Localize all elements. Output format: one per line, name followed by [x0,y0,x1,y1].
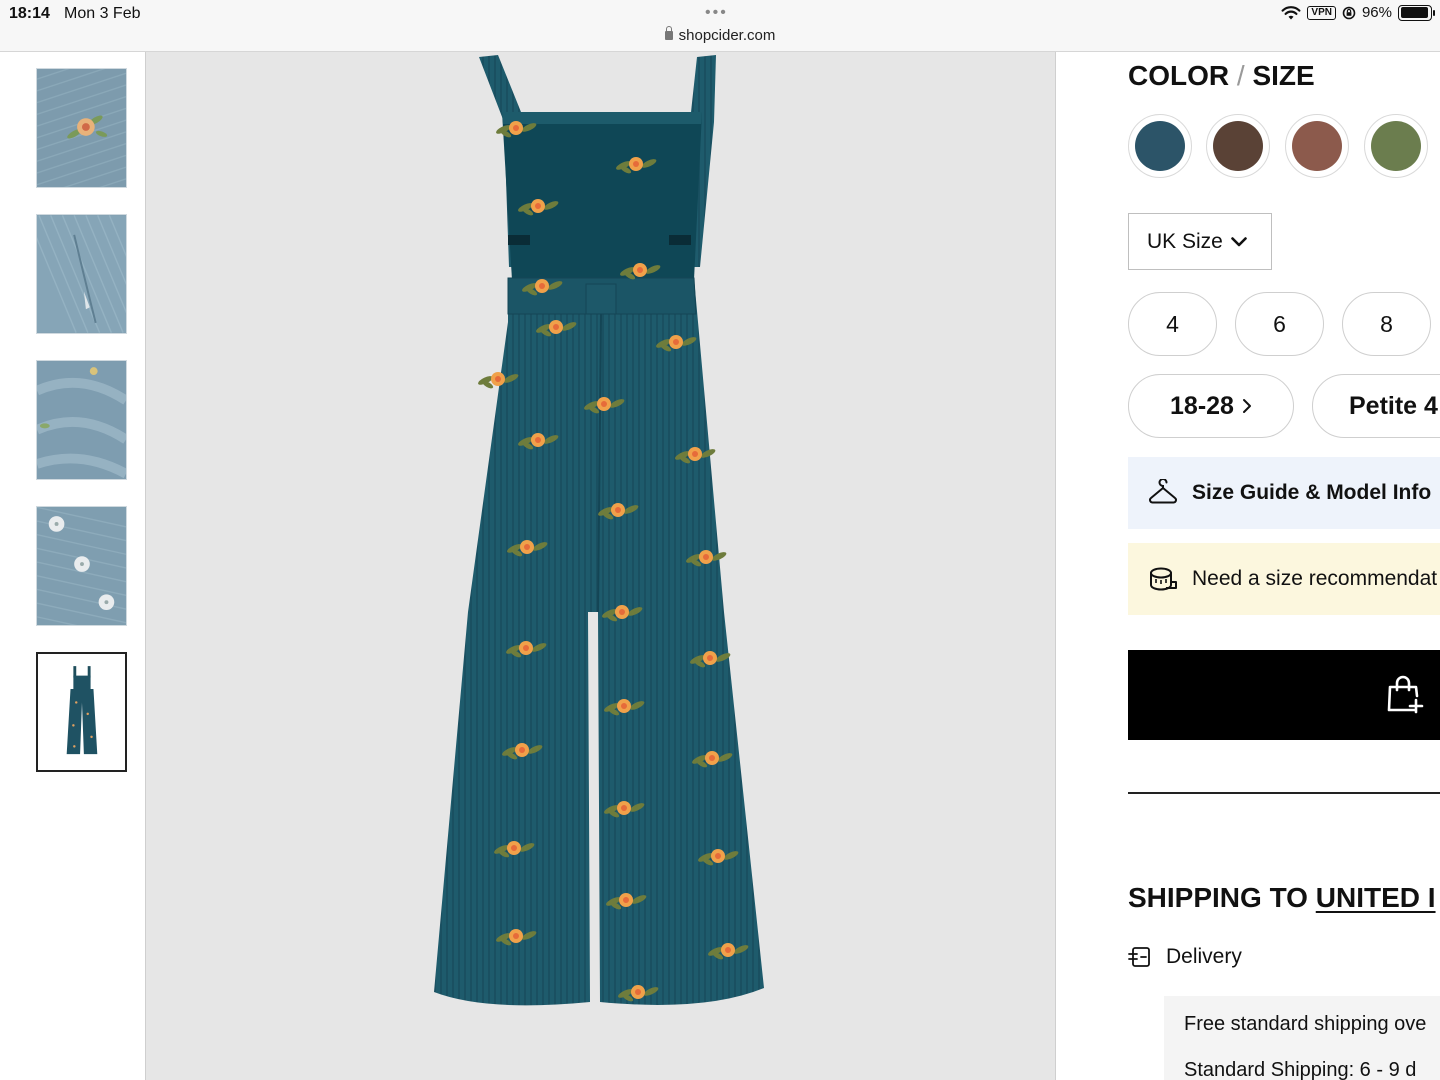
delivery-info-box: Free standard shipping ove Standard Ship… [1164,996,1440,1080]
battery-icon [1398,4,1435,21]
size-option-6[interactable]: 6 [1235,292,1324,356]
page: 18:14 Mon 3 Feb ••• shopcider.com VPN 96… [0,0,1440,1080]
lock-icon [664,26,673,40]
size-range-label: 18-28 [1170,391,1234,420]
color-swatch-brown[interactable] [1206,114,1270,178]
size-option-label: 8 [1380,310,1393,337]
product-options-panel: COLOR / SIZE UK Size 4 6 8 18-28 Petite … [1128,52,1440,1080]
size-recommendation-label: Need a size recommendat [1192,567,1438,590]
shipping-country-link[interactable]: UNITED I [1316,882,1436,913]
texture-detail-image [37,361,126,479]
color-swatch-teal[interactable] [1128,114,1192,178]
tab-options-icon[interactable]: ••• [705,4,728,22]
size-guide-button[interactable]: Size Guide & Model Info [1128,457,1440,529]
size-range-petite-button[interactable]: Petite 4 [1312,374,1440,438]
heading-separator: / [1236,60,1245,91]
swatch-color-teal [1135,121,1185,171]
thumbnail-full-back-view[interactable] [36,652,127,772]
size-option-8[interactable]: 8 [1342,292,1431,356]
swatch-color-rust [1292,121,1342,171]
thumbnail-button-detail[interactable] [36,506,127,626]
status-time: 18:14 [9,5,50,22]
address-url: shopcider.com [678,27,776,44]
color-size-heading: COLOR / SIZE [1128,60,1315,92]
full-back-view-image [38,654,125,770]
measuring-tape-icon [1150,567,1177,591]
floral-detail-image [37,69,126,187]
delivery-line: Standard Shipping: 6 - 9 d [1184,1059,1417,1080]
size-system-label: UK Size [1147,229,1223,253]
delivery-row: Delivery [1128,945,1242,969]
size-option-4[interactable]: 4 [1128,292,1217,356]
overalls-back-view-image [434,55,764,1006]
main-product-image[interactable] [145,52,1056,1080]
size-system-select[interactable]: UK Size [1128,213,1272,270]
wifi-icon [1281,5,1301,19]
status-date: Mon 3 Feb [64,5,141,22]
swatch-color-brown [1213,121,1263,171]
status-icons: VPN 96% [1281,4,1435,21]
size-heading: SIZE [1252,60,1315,91]
color-swatch-rust[interactable] [1285,114,1349,178]
size-recommendation-button[interactable]: Need a size recommendat [1128,543,1440,615]
size-guide-label: Size Guide & Model Info [1192,481,1432,504]
thumbnail-pocket-detail[interactable] [36,214,127,334]
bag-add-icon [1387,675,1424,714]
delivery-label: Delivery [1166,945,1242,968]
rotation-lock-icon [1342,6,1356,19]
shipping-heading-prefix: SHIPPING TO [1128,882,1308,913]
delivery-line: Free standard shipping ove [1184,1013,1427,1035]
thumbnail-texture-detail[interactable] [36,360,127,480]
thumbnail-floral-detail[interactable] [36,68,127,188]
section-divider [1128,792,1440,794]
vpn-badge: VPN [1307,5,1336,20]
button-detail-image [37,507,126,625]
battery-fill [1400,7,1429,18]
hanger-icon [1149,479,1177,504]
size-option-label: 4 [1166,310,1179,337]
color-heading: COLOR [1128,60,1230,91]
pocket-detail-image [37,215,126,333]
shipping-heading: SHIPPING TO UNITED I [1128,882,1436,914]
delivery-icon [1128,947,1150,967]
chevron-down-icon [1231,236,1247,246]
chevron-right-icon [1242,399,1251,413]
size-range-label: Petite 4 [1349,391,1438,420]
size-range-plus-button[interactable]: 18-28 [1128,374,1294,438]
battery-percent: 96% [1361,4,1392,21]
color-swatch-olive[interactable] [1364,114,1428,178]
size-option-label: 6 [1273,310,1286,337]
status-bar: 18:14 Mon 3 Feb ••• shopcider.com VPN 96… [0,0,1440,52]
add-to-bag-button[interactable] [1128,650,1440,740]
swatch-color-olive [1371,121,1421,171]
address-bar[interactable]: shopcider.com [0,26,1440,44]
